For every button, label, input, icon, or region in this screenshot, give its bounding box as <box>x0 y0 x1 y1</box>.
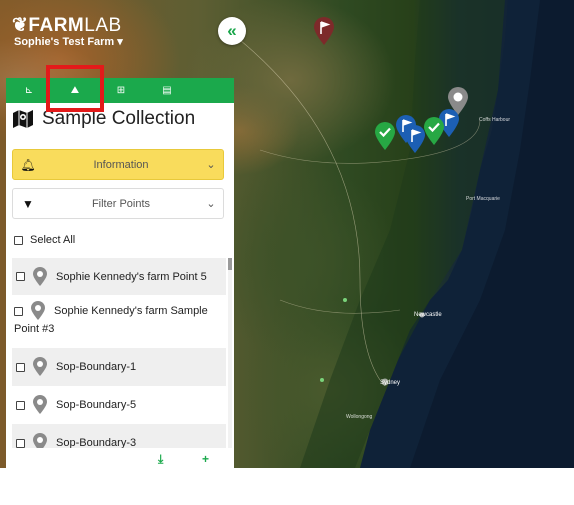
filter-points-label: Filter Points <box>91 197 151 210</box>
point-checkbox[interactable] <box>14 306 23 316</box>
point-label: Sophie Kennedy's farm Point 5 <box>56 270 207 283</box>
collapse-panel-button[interactable]: « <box>218 17 246 45</box>
leaf-icon: ❦ <box>12 15 29 36</box>
point-label: Sop-Boundary-1 <box>56 361 137 373</box>
download-button[interactable]: ⤓ <box>158 452 163 467</box>
plus-icon: + <box>202 452 210 466</box>
farmlab-logo: ❦FARMLAB <box>12 15 122 36</box>
list-item[interactable]: Sophie Kennedy's farm Sample Point #3 <box>12 295 226 348</box>
tab-points[interactable]: ⊞ <box>98 78 144 103</box>
sample-points-list: Sophie Kennedy's farm Point 5 Sophie Ken… <box>12 258 226 448</box>
map-pin-icon <box>33 395 47 414</box>
select-all-label: Select All <box>30 234 76 246</box>
farm-selector[interactable]: Sophie's Test Farm ▾ <box>14 35 123 48</box>
point-checkbox[interactable] <box>16 362 25 372</box>
list-scrollbar[interactable] <box>228 258 232 448</box>
chevron-down-icon: ⌄ <box>206 159 216 171</box>
chevron-down-icon: ⌄ <box>206 198 216 210</box>
point-checkbox[interactable] <box>16 272 25 281</box>
map-pin-icon <box>33 357 47 376</box>
place-label-sydney: Sydney <box>380 380 401 386</box>
map-marker-red-flag[interactable] <box>313 16 335 46</box>
information-accordion[interactable]: 🔔︎ Information ⌄ <box>12 149 224 180</box>
tab-documents[interactable]: ▤ <box>144 78 190 103</box>
filter-icon: ▼ <box>22 196 34 211</box>
information-label: Information <box>93 158 149 171</box>
points-icon: ⊞ <box>116 85 126 96</box>
scrollbar-thumb[interactable] <box>228 258 232 270</box>
download-icon: ⤓ <box>158 452 164 466</box>
ruler-icon: ⊾ <box>24 85 34 96</box>
list-item[interactable]: Sop-Boundary-1 <box>12 348 226 386</box>
filter-points-accordion[interactable]: ▼ Filter Points ⌄ <box>12 188 224 219</box>
map-icon <box>13 110 33 128</box>
place-label-wollongong: Wollongong <box>346 414 373 420</box>
map-pin-icon <box>31 301 45 320</box>
panel-tab-bar: ⊾ ⛰ ⊞ ▤ <box>6 78 234 103</box>
map-marker-green-check-2[interactable] <box>423 116 445 146</box>
list-item[interactable]: Sop-Boundary-5 <box>12 386 226 424</box>
sample-collection-panel: ⊾ ⛰ ⊞ ▤ Sample Collection 🔔︎ Information… <box>6 78 234 468</box>
list-item[interactable]: Sop-Boundary-3 <box>12 424 226 448</box>
document-icon: ▤ <box>162 85 172 96</box>
map-pin-icon <box>33 433 47 448</box>
select-all-row: Select All <box>14 234 75 246</box>
map-pin-icon <box>33 266 47 286</box>
point-checkbox[interactable] <box>16 400 25 410</box>
active-tab-highlight <box>46 65 104 112</box>
panel-footer: ⤓ + <box>6 450 234 468</box>
point-label: Sop-Boundary-3 <box>56 437 137 448</box>
list-item[interactable]: Sophie Kennedy's farm Point 5 <box>12 258 226 295</box>
bell-icon: 🔔︎ <box>20 157 36 172</box>
place-label-port-macquarie: Port Macquarie <box>466 196 500 202</box>
place-label-coffs-harbour: Coffs Harbour <box>479 117 511 123</box>
point-checkbox[interactable] <box>16 438 25 448</box>
chevron-double-left-icon: « <box>227 21 237 40</box>
map-marker-green-check-1[interactable] <box>374 121 396 151</box>
add-point-button[interactable]: + <box>202 452 209 466</box>
point-label: Sop-Boundary-5 <box>56 399 137 411</box>
place-label-newcastle: Newcastle <box>414 312 442 318</box>
select-all-checkbox[interactable] <box>14 235 23 245</box>
